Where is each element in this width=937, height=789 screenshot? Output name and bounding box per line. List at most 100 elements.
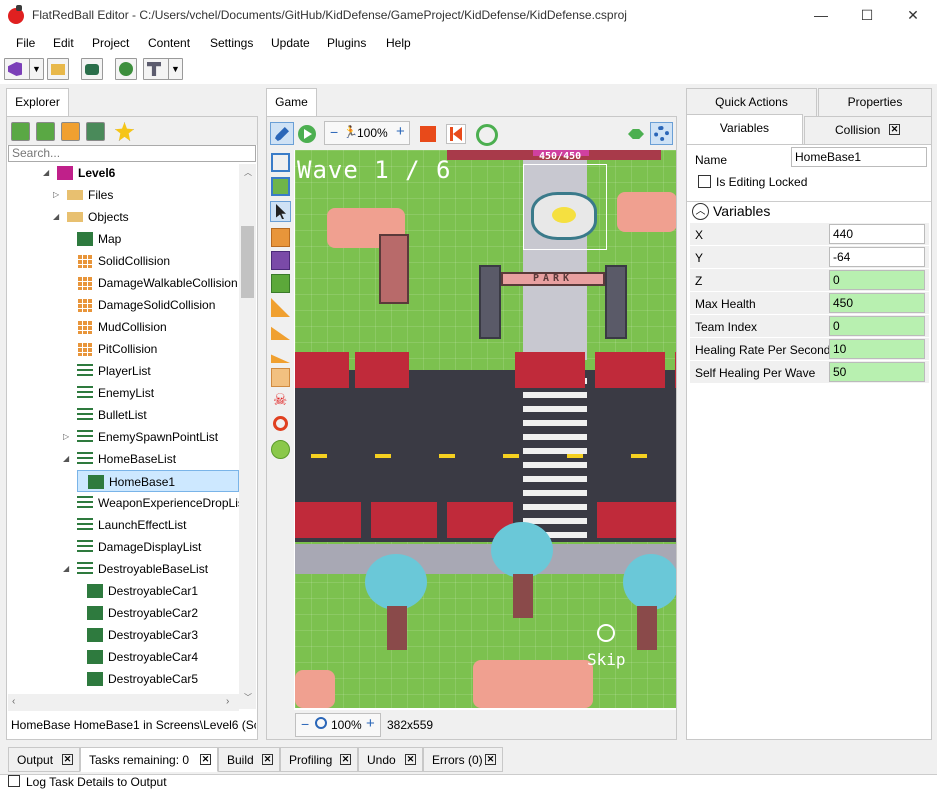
tree-item[interactable]: DestroyableCar5 (87, 668, 239, 690)
collapse-variables-icon[interactable]: ︿ (692, 203, 709, 220)
close-icon[interactable]: ✕ (340, 754, 351, 765)
collapse-arrow-icon[interactable]: ◢ (53, 206, 59, 228)
tree-item[interactable]: ▷ EnemySpawnPointList (63, 426, 239, 448)
brick-tile-icon[interactable] (271, 228, 290, 247)
restart-button[interactable] (446, 124, 466, 144)
menu-update[interactable]: Update (271, 36, 310, 50)
close-icon[interactable]: ✕ (200, 754, 211, 765)
tree-item[interactable]: DamageSolidCollision (77, 294, 239, 316)
tree-item[interactable]: PlayerList (77, 360, 239, 382)
menu-project[interactable]: Project (92, 36, 129, 50)
screenshot-button[interactable] (81, 58, 103, 80)
tree-item[interactable]: DestroyableCar2 (87, 602, 239, 624)
variable-value-field[interactable]: 0 (829, 270, 925, 290)
chevron-down-icon[interactable]: ▼ (168, 59, 182, 79)
bottom-tab[interactable]: Errors (0) ✕ (423, 747, 503, 772)
zoom-out-icon[interactable]: − (301, 716, 309, 732)
damage-icon[interactable] (273, 416, 288, 431)
skip-icon[interactable] (597, 624, 615, 642)
select-tool-button[interactable] (270, 201, 291, 222)
tree-item[interactable]: ◢ Objects (53, 206, 239, 228)
chevron-down-icon[interactable]: ▼ (29, 59, 43, 79)
mud-tile-icon[interactable] (271, 368, 290, 387)
stop-icon[interactable] (420, 126, 436, 142)
search-input[interactable]: Search... (8, 145, 256, 162)
slope-tile-2-icon[interactable] (271, 326, 290, 340)
menu-help[interactable]: Help (386, 36, 411, 50)
game-viewport[interactable]: PARK 450/450 Wave 1 / 6 Skip (295, 150, 676, 708)
refresh-icon[interactable] (476, 124, 498, 146)
tab-variables[interactable]: Variables (686, 114, 803, 145)
slope-tile-icon[interactable] (271, 298, 290, 317)
tab-quick-actions[interactable]: Quick Actions (686, 88, 817, 116)
tab-game[interactable]: Game (266, 88, 317, 117)
collapse-icon[interactable] (61, 122, 80, 141)
tree-item[interactable]: DamageWalkableCollision (77, 272, 239, 294)
scroll-down-icon[interactable]: ﹀ (244, 692, 252, 703)
play-icon[interactable] (298, 125, 316, 143)
tree-item[interactable]: ◢ Level6 (43, 164, 239, 184)
scroll-thumb[interactable] (241, 226, 254, 298)
close-icon[interactable]: ✕ (889, 124, 900, 135)
variable-value-field[interactable]: 0 (829, 316, 925, 336)
variable-value-field[interactable]: -64 (829, 247, 925, 267)
skull-icon[interactable]: ☠ (273, 392, 288, 410)
visual-studio-button[interactable]: ▼ (4, 58, 44, 80)
editing-locked-checkbox[interactable] (698, 175, 711, 188)
open-folder-button[interactable] (47, 58, 69, 80)
close-icon[interactable]: ✕ (262, 754, 273, 765)
tab-properties[interactable]: Properties (818, 88, 932, 116)
bottom-tab[interactable]: Build ✕ (218, 747, 280, 772)
frame-icon[interactable] (271, 153, 290, 172)
collapse-arrow-icon[interactable]: ◢ (43, 164, 49, 184)
scroll-right-icon[interactable]: › (226, 696, 229, 707)
frame-fill-icon[interactable] (271, 177, 290, 196)
tree-item[interactable]: DestroyableCar3 (87, 624, 239, 646)
zoom-in-icon[interactable]: + (396, 123, 405, 140)
bottom-tab[interactable]: Profiling ✕ (280, 747, 358, 772)
tree-item[interactable]: Map (77, 228, 239, 250)
tree-horizontal-scrollbar[interactable]: ‹ › (8, 694, 239, 711)
grass-tile-icon[interactable] (271, 440, 290, 459)
skip-button[interactable]: Skip (587, 650, 626, 669)
variable-value-field[interactable]: 50 (829, 362, 925, 382)
tree-item[interactable]: MudCollision (77, 316, 239, 338)
tree-item[interactable]: DestroyableCar4 (87, 646, 239, 668)
scroll-left-icon[interactable]: ‹ (12, 696, 15, 707)
expand-arrow-icon[interactable]: ▷ (63, 426, 69, 448)
name-field[interactable]: HomeBase1 (791, 147, 927, 167)
favorite-star-icon[interactable] (115, 122, 134, 141)
edit-mode-button[interactable] (270, 122, 294, 145)
close-icon[interactable]: ✕ (405, 754, 416, 765)
tree-item[interactable]: LaunchEffectList (77, 514, 239, 536)
close-icon[interactable]: ✕ (62, 754, 73, 765)
tree-view-icon[interactable] (86, 122, 105, 141)
tree-item[interactable]: BulletList (77, 404, 239, 426)
tree-item[interactable]: DamageDisplayList (77, 536, 239, 558)
text-tool-button[interactable]: ▼ (143, 58, 183, 80)
menu-file[interactable]: File (16, 36, 35, 50)
variable-value-field[interactable]: 450 (829, 293, 925, 313)
settings-button[interactable] (650, 122, 673, 145)
log-task-details-checkbox[interactable] (8, 775, 20, 787)
tree-item[interactable]: EnemyList (77, 382, 239, 404)
bottom-tab[interactable]: Output ✕ (8, 747, 80, 772)
collapse-arrow-icon[interactable]: ◢ (63, 558, 69, 580)
tree-item[interactable]: SolidCollision (77, 250, 239, 272)
green-tile-icon[interactable] (271, 274, 290, 293)
back-icon[interactable] (11, 122, 30, 141)
tree-vertical-scrollbar[interactable]: ︿ ﹀ (239, 164, 256, 709)
tree-item[interactable]: ◢ DestroyableBaseList (63, 558, 239, 580)
toggle-panel-icon[interactable] (628, 129, 644, 139)
expand-arrow-icon[interactable]: ▷ (53, 184, 59, 206)
menu-content[interactable]: Content (148, 36, 190, 50)
zoom-out-icon[interactable]: − (330, 124, 338, 140)
menu-settings[interactable]: Settings (210, 36, 253, 50)
collapse-arrow-icon[interactable]: ◢ (63, 448, 69, 470)
close-button[interactable]: ✕ (890, 0, 936, 32)
tree-item[interactable]: ◢ HomeBaseList (63, 448, 239, 470)
variable-value-field[interactable]: 10 (829, 339, 925, 359)
bottom-tab[interactable]: Undo ✕ (358, 747, 423, 772)
close-icon[interactable]: ✕ (485, 754, 496, 765)
tiled-button[interactable] (115, 58, 137, 80)
